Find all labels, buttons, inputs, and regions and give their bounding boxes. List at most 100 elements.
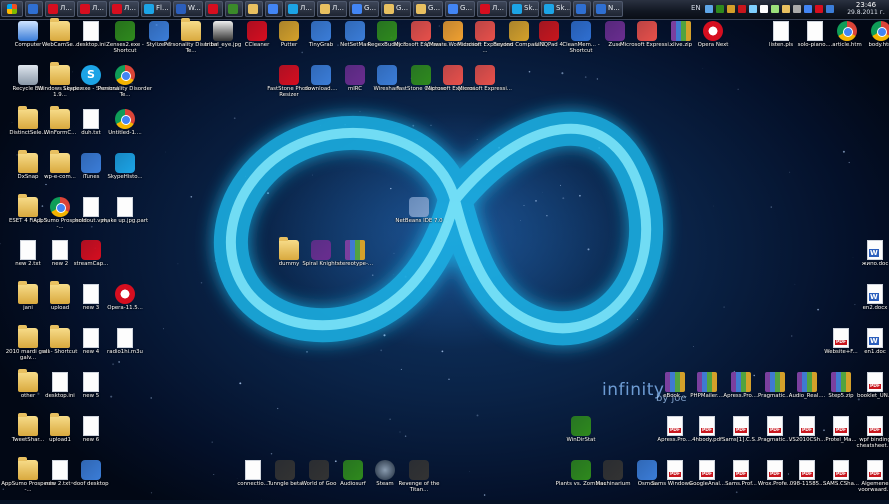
tray-icon[interactable] — [705, 5, 713, 13]
tray-icon[interactable] — [716, 5, 724, 13]
app-icon — [409, 460, 429, 480]
desktop-icon[interactable]: make up.jpg.part — [100, 197, 150, 241]
desktop-icon[interactable]: new 6 — [66, 416, 116, 460]
taskbar-button[interactable] — [205, 1, 223, 17]
archive-icon — [345, 240, 365, 260]
desktop-icon[interactable]: Opera Next — [688, 21, 738, 65]
file-icon — [117, 197, 133, 217]
tray-icon[interactable] — [815, 5, 823, 13]
taskbar-button[interactable]: Fl... — [141, 1, 171, 17]
tray-icon[interactable] — [760, 5, 768, 13]
desktop-icon[interactable]: Opera-11.5... — [100, 284, 150, 328]
taskbar-app-icon — [596, 4, 606, 14]
archive-icon — [731, 372, 751, 392]
desktop-icon-label: doof desktop — [62, 481, 120, 487]
tray-icon[interactable] — [738, 5, 746, 13]
chrome-icon — [115, 109, 135, 129]
desktop-icon[interactable]: Algemene voorwaard... — [850, 460, 889, 504]
pdf-icon — [733, 416, 749, 436]
app-icon — [409, 197, 429, 217]
taskbar-button[interactable]: Л... — [45, 1, 75, 17]
desktop-icon[interactable]: doof desktop — [66, 460, 116, 504]
taskbar-button[interactable] — [573, 1, 591, 17]
desktop-icon-label: Algemene voorwaard... — [846, 481, 889, 493]
app-icon — [311, 65, 331, 85]
taskbar-button[interactable]: Л... — [109, 1, 139, 17]
desktop-icon[interactable]: radio1hi.m3u — [100, 328, 150, 372]
app-icon — [571, 21, 591, 41]
app-icon — [81, 240, 101, 260]
tray-icon[interactable] — [782, 5, 790, 13]
taskbar-app-icon — [544, 4, 554, 14]
taskbar-button[interactable]: Л... — [317, 1, 347, 17]
taskbar-button[interactable]: Л... — [77, 1, 107, 17]
archive-icon — [697, 372, 717, 392]
desktop-icon-label: make up.jpg.part — [96, 218, 154, 224]
language-indicator[interactable]: EN — [691, 4, 701, 12]
chrome-icon — [115, 65, 135, 85]
pdf-icon — [699, 460, 715, 480]
pdf-icon — [833, 328, 849, 348]
file-icon — [83, 328, 99, 348]
desktop-icon-label: en1.doc — [846, 349, 889, 355]
desktop-icon[interactable]: жипо.doc — [850, 240, 889, 284]
app-icon — [309, 460, 329, 480]
tray-icon[interactable] — [727, 5, 735, 13]
desktop-icon-label: Opera Next — [684, 42, 742, 48]
taskbar-button[interactable]: G... — [349, 1, 379, 17]
desktop-icon-label: Microsoft Expressi... — [456, 86, 514, 92]
desktop-icon[interactable]: new 5 — [66, 372, 116, 416]
taskbar-button[interactable]: G... — [413, 1, 443, 17]
taskbar-button[interactable]: Л... — [285, 1, 315, 17]
desktop-icon[interactable]: WinDirStat — [556, 416, 606, 460]
desktop-icon[interactable]: Untitled-1.... — [100, 109, 150, 153]
app-icon — [377, 21, 397, 41]
taskbar-button[interactable]: Sk... — [509, 1, 539, 17]
desktop-icon[interactable]: NetBeans IDE 7.0 — [394, 197, 444, 241]
desktop-icon[interactable]: streamCap... — [66, 240, 116, 284]
app-icon — [311, 21, 331, 41]
taskbar-button-label: G... — [460, 4, 472, 12]
taskbar-button[interactable] — [265, 1, 283, 17]
taskbar-app-icon — [228, 4, 238, 14]
desktop-icon-label: body.htm — [852, 42, 889, 48]
desktop-icon[interactable]: SkypeHisto... — [100, 153, 150, 197]
app-icon — [571, 416, 591, 436]
taskbar-app-icon — [384, 4, 394, 14]
desktop-icon[interactable]: wpf binding cheatsheet.... — [850, 416, 889, 460]
taskbar-app-icon — [176, 4, 186, 14]
taskbar-button[interactable]: G... — [381, 1, 411, 17]
desktop-icon[interactable]: en2.docx — [850, 284, 889, 328]
tray-icon[interactable] — [771, 5, 779, 13]
taskbar-app-icon — [208, 4, 218, 14]
tray-icon[interactable] — [804, 5, 812, 13]
desktop-icon[interactable]: Microsoft Expressi... — [460, 65, 510, 109]
tray-icon[interactable] — [793, 5, 801, 13]
tray-icon[interactable] — [826, 5, 834, 13]
desktop-icon[interactable]: stereotype-... — [330, 240, 380, 284]
taskbar-button[interactable]: W... — [173, 1, 203, 17]
taskbar-button[interactable]: Sk... — [541, 1, 571, 17]
desktop-icon[interactable]: en1.doc — [850, 328, 889, 372]
taskbar-button-label: G... — [396, 4, 408, 12]
desktop-icon[interactable]: body.htm — [856, 21, 889, 65]
start-button[interactable] — [1, 1, 23, 17]
desktop-icon-label: Personality Disorder Te... — [96, 86, 154, 98]
taskbar-button[interactable] — [25, 1, 43, 17]
desktop-icon[interactable]: booklet_UN... — [850, 372, 889, 416]
system-clock[interactable]: 23:4629.8.2011 г. — [846, 1, 886, 17]
taskbar-button[interactable]: N... — [593, 1, 623, 17]
taskbar-button-label: Л... — [124, 4, 136, 12]
taskbar-button-label: G... — [364, 4, 376, 12]
taskbar-button-label: Л... — [332, 4, 344, 12]
taskbar-button-label: Sk... — [524, 4, 539, 12]
taskbar-button[interactable]: G... — [445, 1, 475, 17]
taskbar-button[interactable]: Л... — [477, 1, 507, 17]
taskbar-button[interactable] — [225, 1, 243, 17]
taskbar-button[interactable] — [245, 1, 263, 17]
tray-icon[interactable] — [749, 5, 757, 13]
desktop-icon[interactable]: Personality Disorder Te... — [100, 65, 150, 109]
desktop-icon-label: Revenge of the Titan... — [390, 481, 448, 493]
desktop-icon[interactable]: Revenge of the Titan... — [394, 460, 444, 504]
pdf-icon — [867, 416, 883, 436]
